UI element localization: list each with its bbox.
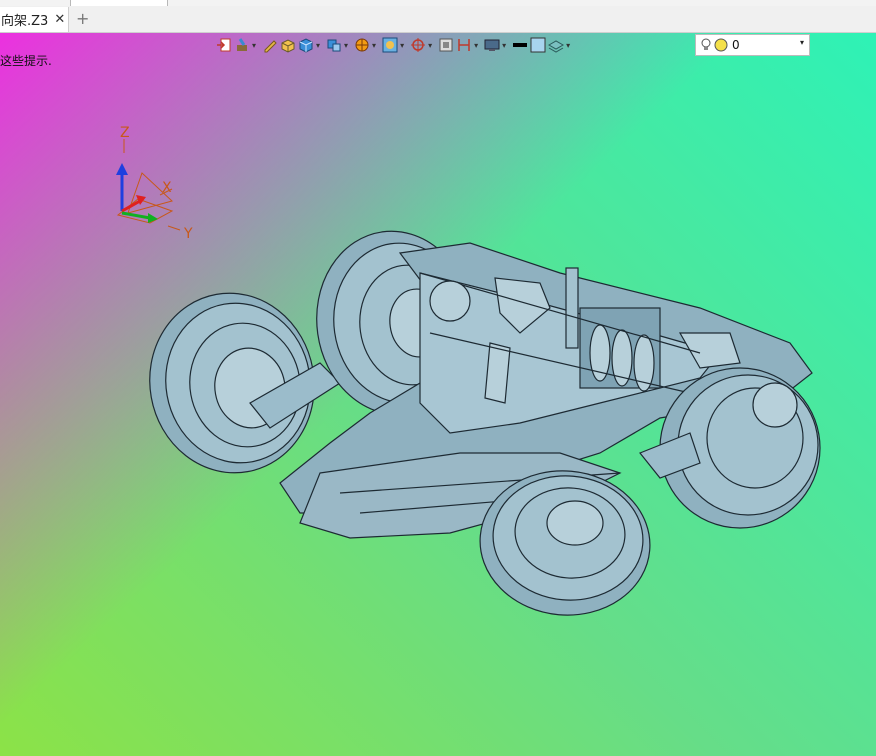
axis-x-label: X	[162, 180, 172, 196]
add-tab-icon[interactable]: +	[76, 9, 89, 28]
3d-viewport[interactable]: 这些提示. ▾ ▾ ▾ ▾ ▾ ▾ ▾ ▾ ▾ 0 ▾ Z X Y	[0, 33, 876, 756]
document-tab-bar: 向架.Z3 ✕ +	[0, 6, 876, 33]
coordinate-triad: Z X Y	[116, 125, 193, 242]
bogie-model[interactable]	[136, 221, 833, 622]
axis-y-label: Y	[183, 226, 193, 242]
model-canvas: Z X Y	[116, 125, 833, 622]
tab-document[interactable]: 向架.Z3 ✕	[0, 7, 69, 32]
axis-z-label: Z	[120, 125, 130, 141]
close-icon[interactable]: ✕	[54, 12, 65, 27]
tab-label: 向架.Z3	[1, 14, 49, 29]
